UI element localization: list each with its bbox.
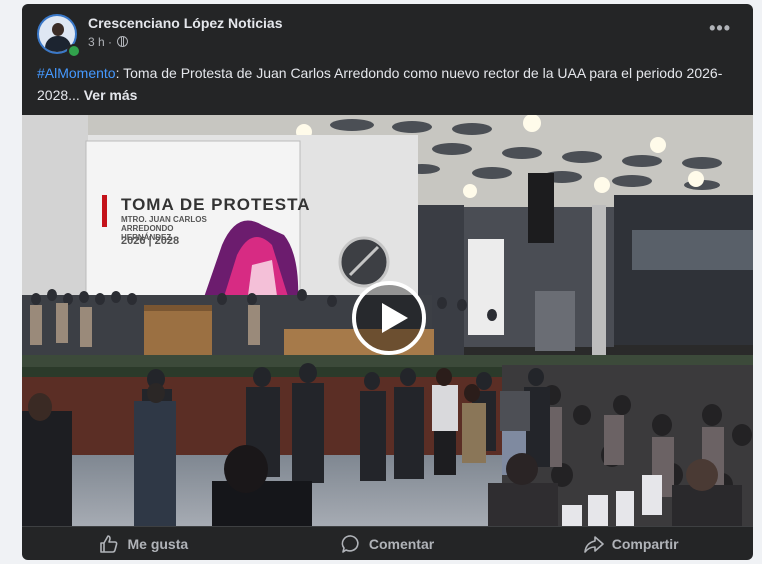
avatar-head <box>52 23 64 36</box>
post-header: Crescenciano López Noticias 3 h · ••• <box>22 4 753 60</box>
play-icon[interactable] <box>352 281 426 355</box>
like-button[interactable]: Me gusta <box>22 527 266 560</box>
comment-button[interactable]: Comentar <box>266 527 510 560</box>
share-label: Compartir <box>611 536 679 552</box>
post-text: #AlMomento: Toma de Protesta de Juan Car… <box>37 62 737 106</box>
post-time[interactable]: 3 h <box>88 35 105 49</box>
like-icon <box>100 535 118 553</box>
hashtag-link[interactable]: #AlMomento <box>37 65 116 81</box>
share-icon <box>583 536 604 553</box>
video-player[interactable]: TOMA DE PROTESTA MTRO. JUAN CARLOS ARRED… <box>22 115 753 526</box>
more-options-icon[interactable]: ••• <box>709 18 731 39</box>
meta-separator: · <box>108 35 113 49</box>
see-more-link[interactable]: Ver más <box>84 87 138 103</box>
globe-icon <box>117 36 129 47</box>
like-label: Me gusta <box>127 536 189 552</box>
share-button[interactable]: Compartir <box>509 527 753 560</box>
author-name[interactable]: Crescenciano López Noticias <box>88 15 283 31</box>
online-status-dot <box>67 44 81 58</box>
screen-title: TOMA DE PROTESTA <box>121 195 311 214</box>
post-body-text: : Toma de Protesta de Juan Carlos Arredo… <box>37 65 723 103</box>
post-meta: 3 h · <box>88 35 129 49</box>
post-actions: Me gusta Comentar Compartir <box>22 526 753 560</box>
screen-years: 2026 | 2028 <box>121 235 180 247</box>
comment-icon <box>341 535 359 553</box>
comment-label: Comentar <box>368 536 435 552</box>
post-card: Crescenciano López Noticias 3 h · ••• #A… <box>22 4 753 560</box>
